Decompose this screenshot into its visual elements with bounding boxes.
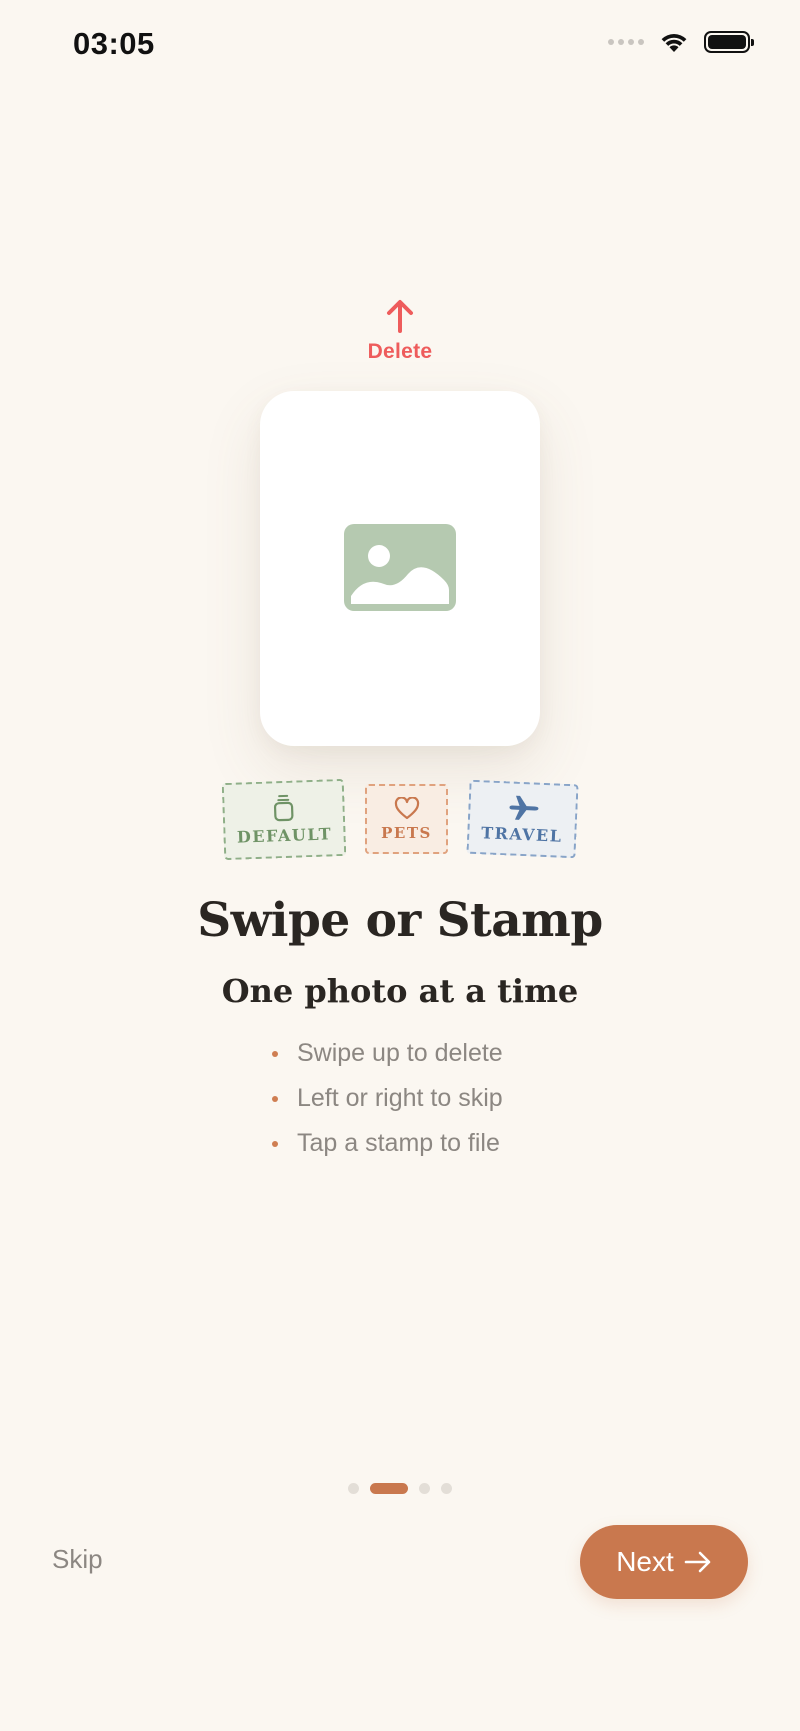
heart-icon bbox=[394, 796, 419, 819]
bullet-dot bbox=[272, 1095, 278, 1102]
page-dot-2-active[interactable] bbox=[370, 1483, 408, 1494]
jar-icon bbox=[273, 794, 294, 822]
bullet-dot bbox=[272, 1140, 278, 1147]
skip-button[interactable]: Skip bbox=[52, 1544, 103, 1575]
list-item-text: Tap a stamp to file bbox=[297, 1129, 500, 1157]
status-icons bbox=[608, 30, 754, 54]
cellular-signal-icon bbox=[608, 39, 644, 45]
swipe-up-delete-hint: Delete bbox=[0, 298, 800, 364]
stamp-pets[interactable]: PETS bbox=[365, 784, 448, 854]
arrow-up-icon bbox=[387, 300, 413, 333]
page-dot-4[interactable] bbox=[441, 1483, 452, 1494]
status-time: 03:05 bbox=[73, 26, 155, 61]
airplane-icon bbox=[509, 795, 538, 820]
list-item: Swipe up to delete bbox=[272, 1031, 503, 1076]
onboarding-title: Swipe or Stamp bbox=[197, 893, 603, 948]
wifi-icon bbox=[661, 33, 687, 52]
page-dot-3[interactable] bbox=[419, 1483, 430, 1494]
onboarding-subtitle: One photo at a time bbox=[221, 972, 579, 1010]
photo-card[interactable] bbox=[260, 391, 540, 746]
battery-icon bbox=[704, 31, 754, 53]
list-item: Tap a stamp to file bbox=[272, 1121, 503, 1166]
list-item: Left or right to skip bbox=[272, 1076, 503, 1121]
stamp-default-label: DEFAULT bbox=[236, 824, 333, 847]
next-button[interactable]: Next bbox=[580, 1525, 748, 1599]
delete-label: Delete bbox=[367, 340, 433, 363]
stamp-travel[interactable]: TRAVEL bbox=[466, 779, 579, 859]
list-item-text: Left or right to skip bbox=[297, 1084, 503, 1112]
stamp-pets-label: PETS bbox=[381, 823, 432, 842]
next-button-label: Next bbox=[616, 1546, 674, 1577]
stamp-default[interactable]: DEFAULT bbox=[221, 778, 347, 861]
list-item-text: Swipe up to delete bbox=[297, 1039, 503, 1067]
instruction-list: Swipe up to delete Left or right to skip… bbox=[272, 1031, 503, 1166]
status-bar: 03:05 bbox=[0, 0, 800, 92]
page-indicator bbox=[0, 1483, 800, 1494]
bullet-dot bbox=[272, 1050, 278, 1057]
arrow-right-icon bbox=[684, 1551, 711, 1573]
stamp-travel-label: TRAVEL bbox=[480, 822, 563, 846]
page-dot-1[interactable] bbox=[348, 1483, 359, 1494]
image-placeholder-icon bbox=[344, 524, 456, 611]
